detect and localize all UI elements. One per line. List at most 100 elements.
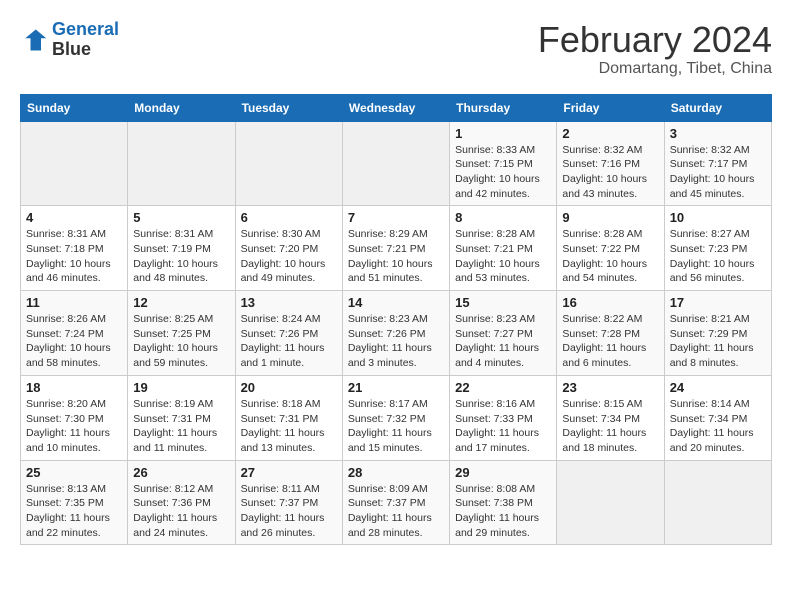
calendar-cell: 21Sunrise: 8:17 AMSunset: 7:32 PMDayligh…: [342, 375, 449, 460]
day-info: Sunrise: 8:23 AMSunset: 7:26 PMDaylight:…: [348, 312, 444, 371]
calendar-cell: 6 Sunrise: 8:30 AMSunset: 7:20 PMDaylight…: [235, 206, 342, 291]
calendar-cell: 26 Sunrise: 8:12 AMSunset: 7:36 PMDayligh…: [128, 460, 235, 545]
day-info: Sunrise: 8:08 AMSunset: 7:38 PMDaylight:…: [455, 482, 551, 541]
day-number: 17: [670, 295, 766, 310]
calendar-cell: 14 Sunrise: 8:23 AMSunset: 7:26 PMDayligh…: [342, 291, 449, 376]
calendar-cell: 3 Sunrise: 8:32 AMSunset: 7:17 PMDaylight…: [664, 121, 771, 206]
calendar-cell: 10Sunrise: 8:27 AMSunset: 7:23 PMDayligh…: [664, 206, 771, 291]
day-number: 27: [241, 465, 337, 480]
calendar-cell: [342, 121, 449, 206]
calendar-cell: 7Sunrise: 8:29 AMSunset: 7:21 PMDaylight…: [342, 206, 449, 291]
calendar-cell: 29 Sunrise: 8:08 AMSunset: 7:38 PMDayligh…: [450, 460, 557, 545]
title-block: February 2024 Domartang, Tibet, China: [538, 20, 772, 78]
day-number: 3: [670, 126, 766, 141]
day-number: 8: [455, 210, 551, 225]
day-info: Sunrise: 8:11 AMSunset: 7:37 PMDaylight:…: [241, 482, 337, 541]
calendar-cell: 2 Sunrise: 8:32 AMSunset: 7:16 PMDaylight…: [557, 121, 664, 206]
day-info: Sunrise: 8:28 AMSunset: 7:22 PMDaylight:…: [562, 227, 658, 286]
weekday-header-cell: Thursday: [450, 94, 557, 121]
calendar-cell: 24 Sunrise: 8:14 AMSunset: 7:34 PMDayligh…: [664, 375, 771, 460]
calendar-cell: 25Sunrise: 8:13 AMSunset: 7:35 PMDayligh…: [21, 460, 128, 545]
day-info: Sunrise: 8:20 AMSunset: 7:30 PMDaylight:…: [26, 397, 122, 456]
day-number: 15: [455, 295, 551, 310]
day-info: Sunrise: 8:17 AMSunset: 7:32 PMDaylight:…: [348, 397, 444, 456]
logo: GeneralBlue: [20, 20, 119, 60]
calendar-week-row: 4 Sunrise: 8:31 AMSunset: 7:18 PMDaylight…: [21, 206, 772, 291]
day-info: Sunrise: 8:30 AMSunset: 7:20 PMDaylight:…: [241, 227, 337, 286]
day-number: 9: [562, 210, 658, 225]
day-info: Sunrise: 8:14 AMSunset: 7:34 PMDaylight:…: [670, 397, 766, 456]
day-info: Sunrise: 8:18 AMSunset: 7:31 PMDaylight:…: [241, 397, 337, 456]
day-number: 20: [241, 380, 337, 395]
day-number: 13: [241, 295, 337, 310]
calendar-cell: [21, 121, 128, 206]
calendar-cell: [664, 460, 771, 545]
calendar-cell: 17Sunrise: 8:21 AMSunset: 7:29 PMDayligh…: [664, 291, 771, 376]
day-info: Sunrise: 8:13 AMSunset: 7:35 PMDaylight:…: [26, 482, 122, 541]
day-info: Sunrise: 8:29 AMSunset: 7:21 PMDaylight:…: [348, 227, 444, 286]
day-number: 19: [133, 380, 229, 395]
day-number: 29: [455, 465, 551, 480]
calendar-cell: 27 Sunrise: 8:11 AMSunset: 7:37 PMDayligh…: [235, 460, 342, 545]
day-number: 11: [26, 295, 122, 310]
day-info: Sunrise: 8:31 AMSunset: 7:19 PMDaylight:…: [133, 227, 229, 286]
weekday-header-cell: Friday: [557, 94, 664, 121]
location-subtitle: Domartang, Tibet, China: [538, 60, 772, 78]
calendar-cell: 19Sunrise: 8:19 AMSunset: 7:31 PMDayligh…: [128, 375, 235, 460]
day-number: 28: [348, 465, 444, 480]
weekday-header-cell: Monday: [128, 94, 235, 121]
weekday-header-cell: Sunday: [21, 94, 128, 121]
calendar-cell: 23 Sunrise: 8:15 AMSunset: 7:34 PMDayligh…: [557, 375, 664, 460]
weekday-header-cell: Wednesday: [342, 94, 449, 121]
calendar-cell: 8 Sunrise: 8:28 AMSunset: 7:21 PMDaylight…: [450, 206, 557, 291]
calendar-body: 1 Sunrise: 8:33 AMSunset: 7:15 PMDaylight…: [21, 121, 772, 545]
calendar-cell: 11 Sunrise: 8:26 AMSunset: 7:24 PMDayligh…: [21, 291, 128, 376]
calendar-cell: 20 Sunrise: 8:18 AMSunset: 7:31 PMDayligh…: [235, 375, 342, 460]
calendar-cell: 28 Sunrise: 8:09 AMSunset: 7:37 PMDayligh…: [342, 460, 449, 545]
weekday-header-cell: Tuesday: [235, 94, 342, 121]
day-info: Sunrise: 8:25 AMSunset: 7:25 PMDaylight:…: [133, 312, 229, 371]
day-info: Sunrise: 8:15 AMSunset: 7:34 PMDaylight:…: [562, 397, 658, 456]
calendar-cell: 13 Sunrise: 8:24 AMSunset: 7:26 PMDayligh…: [235, 291, 342, 376]
day-info: Sunrise: 8:28 AMSunset: 7:21 PMDaylight:…: [455, 227, 551, 286]
day-number: 4: [26, 210, 122, 225]
calendar-cell: 16 Sunrise: 8:22 AMSunset: 7:28 PMDayligh…: [557, 291, 664, 376]
month-title: February 2024: [538, 20, 772, 60]
day-number: 24: [670, 380, 766, 395]
day-info: Sunrise: 8:26 AMSunset: 7:24 PMDaylight:…: [26, 312, 122, 371]
day-info: Sunrise: 8:32 AMSunset: 7:16 PMDaylight:…: [562, 143, 658, 202]
day-number: 18: [26, 380, 122, 395]
day-number: 2: [562, 126, 658, 141]
day-info: Sunrise: 8:24 AMSunset: 7:26 PMDaylight:…: [241, 312, 337, 371]
day-number: 14: [348, 295, 444, 310]
logo-text: GeneralBlue: [52, 20, 119, 60]
day-number: 16: [562, 295, 658, 310]
day-info: Sunrise: 8:09 AMSunset: 7:37 PMDaylight:…: [348, 482, 444, 541]
day-number: 23: [562, 380, 658, 395]
day-info: Sunrise: 8:23 AMSunset: 7:27 PMDaylight:…: [455, 312, 551, 371]
calendar-week-row: 11 Sunrise: 8:26 AMSunset: 7:24 PMDayligh…: [21, 291, 772, 376]
calendar-week-row: 18 Sunrise: 8:20 AMSunset: 7:30 PMDayligh…: [21, 375, 772, 460]
day-info: Sunrise: 8:32 AMSunset: 7:17 PMDaylight:…: [670, 143, 766, 202]
day-number: 22: [455, 380, 551, 395]
calendar-week-row: 25Sunrise: 8:13 AMSunset: 7:35 PMDayligh…: [21, 460, 772, 545]
day-info: Sunrise: 8:33 AMSunset: 7:15 PMDaylight:…: [455, 143, 551, 202]
day-info: Sunrise: 8:16 AMSunset: 7:33 PMDaylight:…: [455, 397, 551, 456]
calendar-cell: [235, 121, 342, 206]
day-info: Sunrise: 8:31 AMSunset: 7:18 PMDaylight:…: [26, 227, 122, 286]
calendar-cell: [128, 121, 235, 206]
day-number: 5: [133, 210, 229, 225]
day-number: 1: [455, 126, 551, 141]
page-header: GeneralBlue February 2024 Domartang, Tib…: [20, 20, 772, 78]
calendar-cell: 15 Sunrise: 8:23 AMSunset: 7:27 PMDayligh…: [450, 291, 557, 376]
day-number: 6: [241, 210, 337, 225]
calendar-cell: 12Sunrise: 8:25 AMSunset: 7:25 PMDayligh…: [128, 291, 235, 376]
day-info: Sunrise: 8:22 AMSunset: 7:28 PMDaylight:…: [562, 312, 658, 371]
day-info: Sunrise: 8:12 AMSunset: 7:36 PMDaylight:…: [133, 482, 229, 541]
day-number: 26: [133, 465, 229, 480]
day-info: Sunrise: 8:27 AMSunset: 7:23 PMDaylight:…: [670, 227, 766, 286]
weekday-header-cell: Saturday: [664, 94, 771, 121]
calendar-cell: 4 Sunrise: 8:31 AMSunset: 7:18 PMDaylight…: [21, 206, 128, 291]
calendar-week-row: 1 Sunrise: 8:33 AMSunset: 7:15 PMDaylight…: [21, 121, 772, 206]
calendar-cell: [557, 460, 664, 545]
